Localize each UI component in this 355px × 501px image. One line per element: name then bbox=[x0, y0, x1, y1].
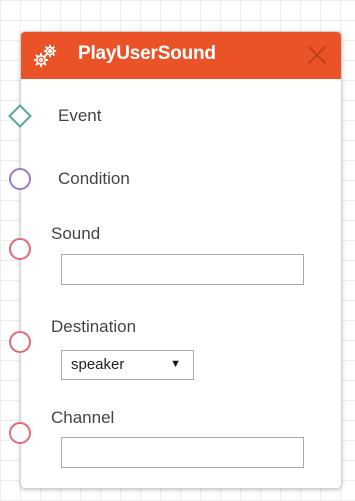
node-header[interactable]: PlayUserSound bbox=[21, 32, 341, 79]
play-user-sound-node[interactable]: PlayUserSound Event Condition Sound Dest… bbox=[8, 31, 342, 489]
sound-input[interactable] bbox=[61, 254, 304, 285]
channel-input[interactable] bbox=[61, 437, 304, 468]
destination-port-circle-icon[interactable] bbox=[8, 330, 32, 354]
condition-label: Condition bbox=[58, 169, 130, 188]
destination-select[interactable]: speaker ▼ bbox=[61, 350, 194, 380]
close-x-icon[interactable] bbox=[305, 43, 329, 67]
destination-label: Destination bbox=[51, 317, 137, 336]
sound-label: Sound bbox=[51, 224, 101, 243]
dropdown-arrow-icon: ▼ bbox=[170, 358, 181, 370]
channel-port-circle-icon[interactable] bbox=[8, 421, 32, 445]
event-port-diamond-icon[interactable] bbox=[8, 104, 32, 128]
condition-port-circle-icon[interactable] bbox=[8, 167, 32, 191]
sound-port-circle-icon[interactable] bbox=[8, 237, 32, 261]
channel-label: Channel bbox=[51, 408, 115, 427]
destination-selected-value: speaker bbox=[71, 356, 125, 373]
gears-icon bbox=[33, 43, 59, 69]
node-title: PlayUserSound bbox=[78, 43, 216, 64]
event-label: Event bbox=[58, 106, 102, 125]
